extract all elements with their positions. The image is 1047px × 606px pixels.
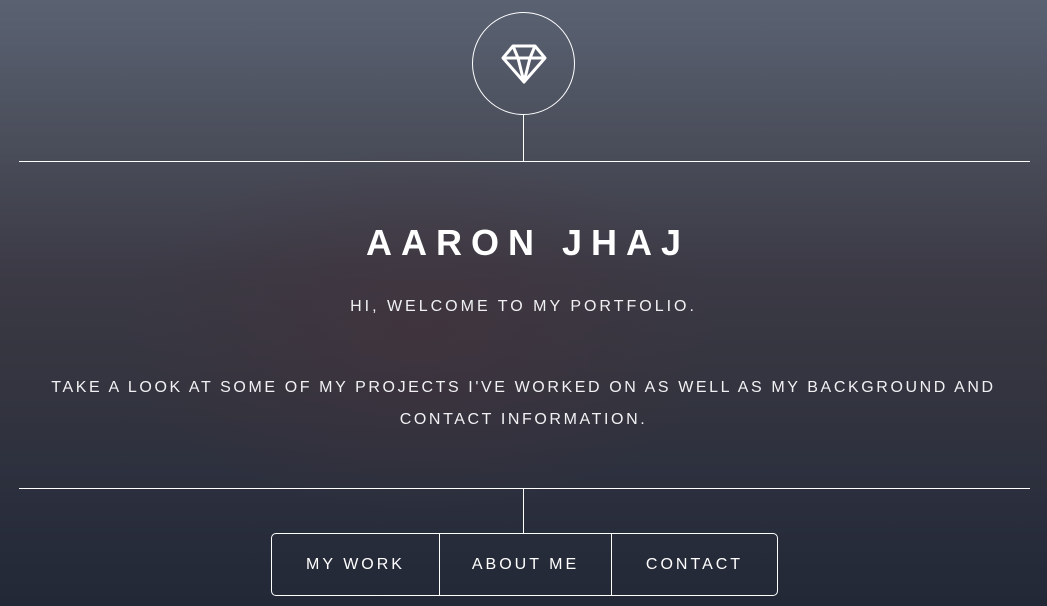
hero-section: AARON JHAJ HI, WELCOME TO MY PORTFOLIO. …	[0, 0, 1047, 606]
logo-badge	[472, 12, 575, 115]
about-me-button[interactable]: ABOUT ME	[439, 534, 611, 595]
intro-text: TAKE A LOOK AT SOME OF MY PROJECTS I'VE …	[51, 379, 996, 428]
welcome-text: HI, WELCOME TO MY PORTFOLIO.	[350, 298, 697, 315]
divider-bottom	[19, 488, 1030, 489]
diamond-icon	[501, 43, 547, 85]
my-work-button[interactable]: MY WORK	[272, 534, 439, 595]
divider-top	[19, 161, 1030, 162]
page-title: AARON JHAJ	[365, 222, 691, 263]
main-nav: MY WORK ABOUT ME CONTACT	[271, 533, 778, 596]
connector-line-top	[523, 115, 524, 161]
connector-line-bottom	[523, 489, 524, 533]
contact-button[interactable]: CONTACT	[611, 534, 777, 595]
